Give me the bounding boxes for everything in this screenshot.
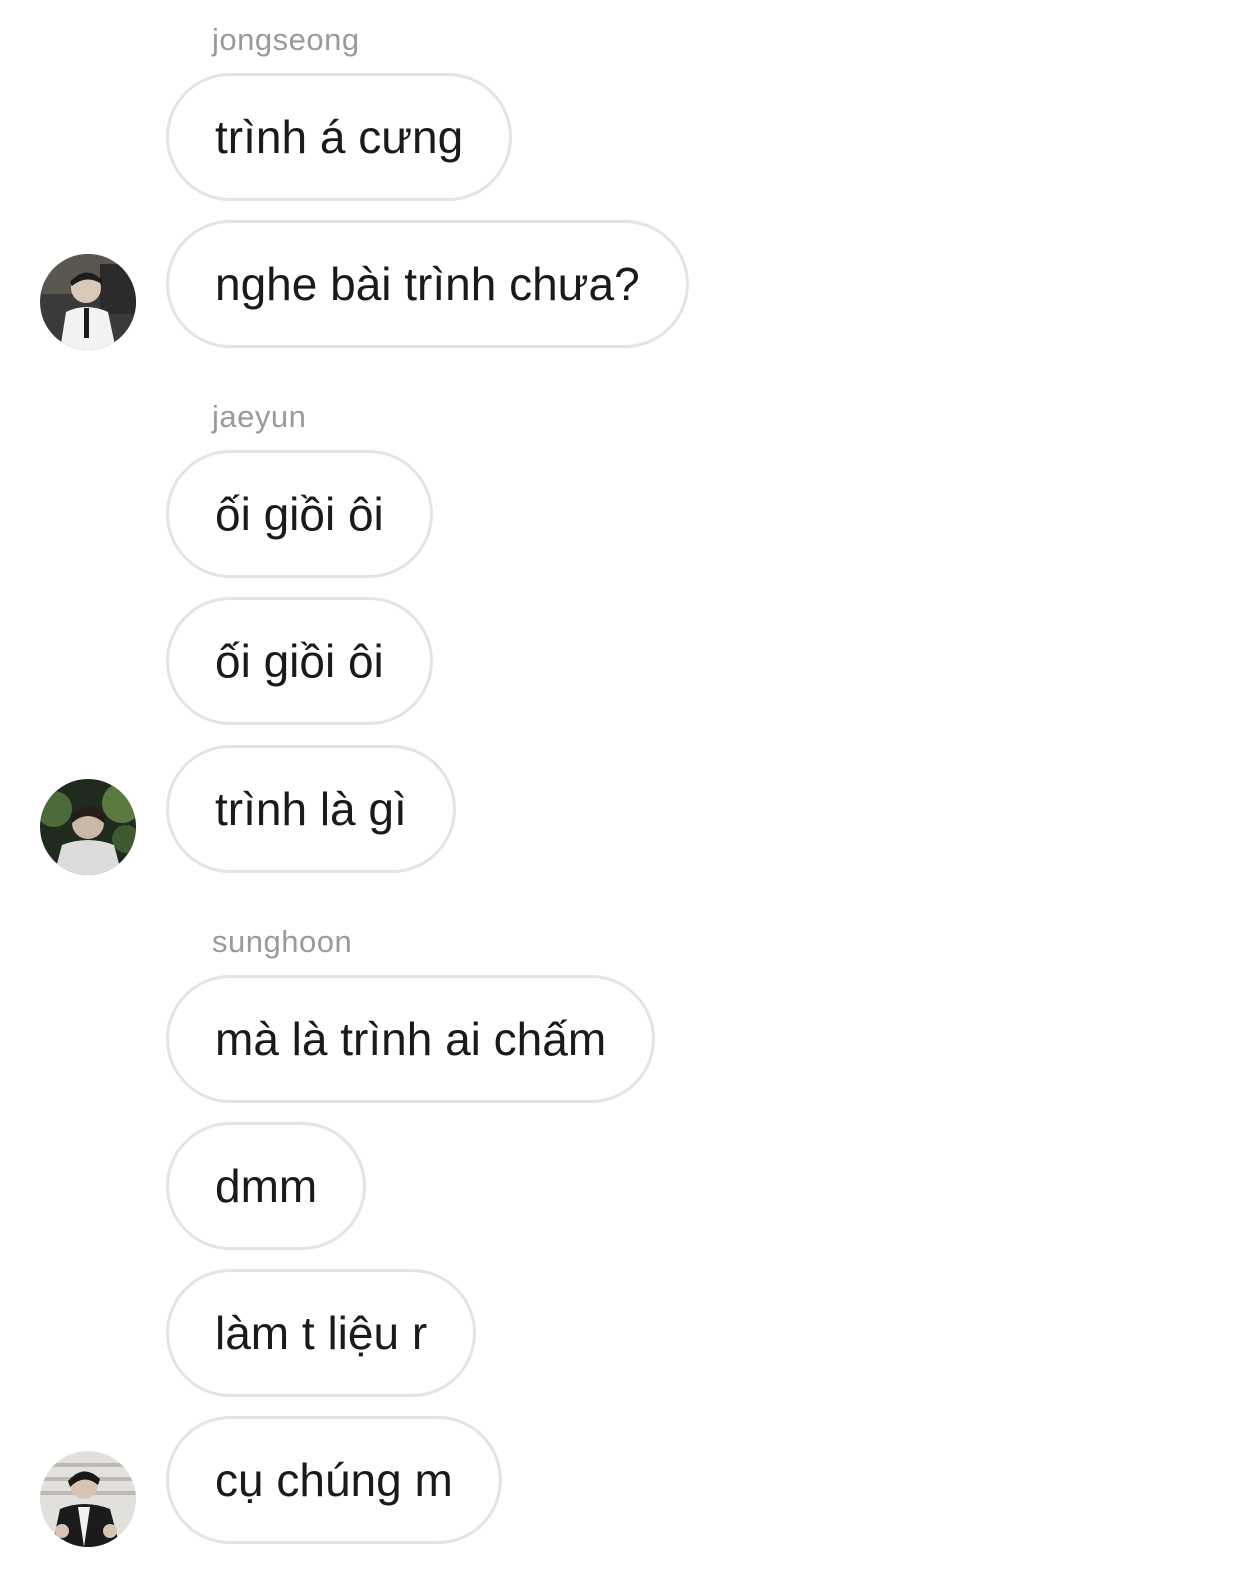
message-text: trình là gì: [215, 783, 407, 835]
avatar[interactable]: [40, 254, 136, 350]
message-text: ối giồi ôi: [215, 635, 384, 687]
profile-photo-icon: [40, 779, 136, 875]
message-text: ối giồi ôi: [215, 488, 384, 540]
message-bubble[interactable]: mà là trình ai chấm: [166, 975, 656, 1103]
sender-name: jaeyun: [212, 399, 307, 434]
message-bubble[interactable]: cụ chúng m: [166, 1416, 502, 1544]
sender-name: jongseong: [212, 22, 360, 57]
profile-photo-icon: [40, 1451, 136, 1547]
message-bubble[interactable]: trình á cưng: [166, 73, 513, 201]
sender-name: sunghoon: [212, 924, 353, 959]
message-text: nghe bài trình chưa?: [215, 258, 640, 310]
message-bubble[interactable]: trình là gì: [166, 745, 456, 873]
profile-photo-icon: [40, 254, 136, 350]
message-text: làm t liệu r: [215, 1307, 428, 1359]
message-text: dmm: [215, 1160, 318, 1212]
message-bubble[interactable]: dmm: [166, 1122, 367, 1250]
message-bubble[interactable]: ối giồi ôi: [166, 597, 433, 725]
avatar[interactable]: [40, 1451, 136, 1547]
message-text: cụ chúng m: [215, 1454, 453, 1506]
avatar[interactable]: [40, 779, 136, 875]
message-bubble[interactable]: nghe bài trình chưa?: [166, 220, 689, 348]
message-bubble[interactable]: làm t liệu r: [166, 1269, 477, 1397]
message-text: mà là trình ai chấm: [215, 1013, 607, 1065]
message-bubble[interactable]: ối giồi ôi: [166, 450, 433, 578]
message-text: trình á cưng: [215, 111, 464, 163]
